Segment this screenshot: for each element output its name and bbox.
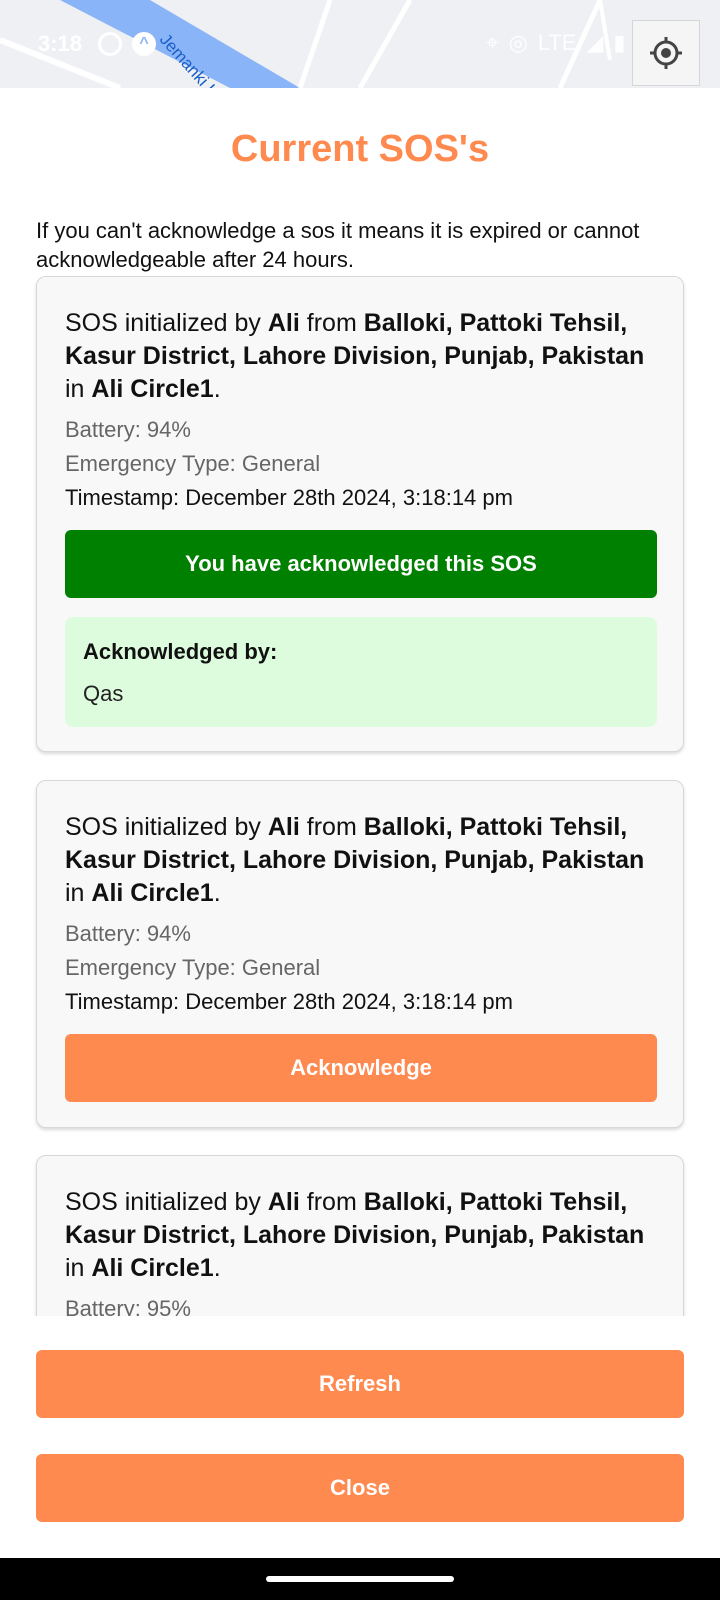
acknowledged-button[interactable]: You have acknowledged this SOS (65, 530, 657, 598)
sos-user: Ali (267, 309, 300, 337)
acknowledged-by-name: Qas (83, 681, 124, 706)
sos-circle: Ali Circle1 (91, 375, 214, 403)
app-notification-icon: ^ (132, 32, 156, 56)
info-text: If you can't acknowledge a sos it means … (36, 218, 640, 272)
battery-text: Battery: 94% (65, 921, 191, 946)
sos-headline: SOS initialized by Ali from Balloki, Pat… (65, 1188, 645, 1282)
timestamp-text: Timestamp: December 28th 2024, 3:18:14 p… (65, 989, 513, 1014)
battery-text: Battery: 95% (65, 1296, 191, 1316)
sos-user: Ali (267, 813, 300, 841)
sync-icon (98, 32, 122, 56)
my-location-button[interactable] (632, 20, 700, 86)
acknowledged-by-box: Acknowledged by: Qas (65, 617, 657, 727)
hotspot-icon: ◎ (508, 30, 528, 55)
system-nav-bar (0, 1558, 720, 1600)
battery-text: Battery: 94% (65, 417, 191, 442)
acknowledged-by-label: Acknowledged by: (83, 639, 278, 664)
refresh-button[interactable]: Refresh (36, 1350, 684, 1418)
timestamp-text: Timestamp: December 28th 2024, 3:18:14 p… (65, 485, 513, 510)
location-pin-icon: ⌖ (486, 30, 499, 55)
sos-list[interactable]: SOS initialized by Ali from Balloki, Pat… (0, 276, 720, 1316)
page-title: Current SOS's (230, 128, 490, 170)
acknowledge-button[interactable]: Acknowledge (65, 1034, 657, 1102)
status-time: 3:18 (38, 31, 83, 56)
network-type: LTE (537, 30, 577, 55)
emergency-type-text: Emergency Type: General (65, 451, 321, 476)
sos-circle: Ali Circle1 (91, 1254, 214, 1282)
close-button[interactable]: Close (36, 1454, 684, 1522)
sos-headline: SOS initialized by Ali from Balloki, Pat… (65, 309, 645, 403)
sos-card: SOS initialized by Ali from Balloki, Pat… (36, 1155, 684, 1316)
sos-card: SOS initialized by Ali from Balloki, Pat… (36, 276, 684, 752)
crosshair-icon (650, 37, 682, 69)
emergency-type-text: Emergency Type: General (65, 955, 321, 980)
sos-circle: Ali Circle1 (91, 879, 214, 907)
home-gesture-handle[interactable] (266, 1576, 454, 1582)
sos-headline: SOS initialized by Ali from Balloki, Pat… (65, 813, 645, 907)
sos-user: Ali (267, 1188, 300, 1216)
signal-icon: ◢ (586, 30, 604, 55)
sos-card: SOS initialized by Ali from Balloki, Pat… (36, 780, 684, 1128)
battery-icon: ▮ (613, 30, 626, 55)
status-bar: 3:18 ^ ⌖ ◎ LTE ◢ ▮ 78 (0, 0, 720, 88)
